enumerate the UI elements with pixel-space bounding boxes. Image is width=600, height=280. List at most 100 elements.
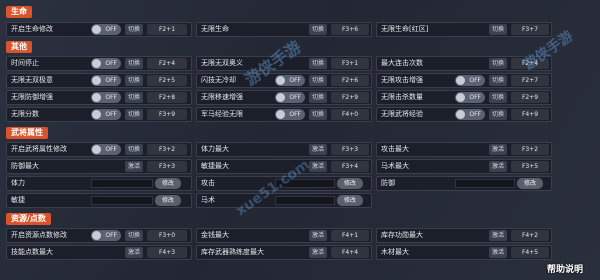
hotkey-field[interactable]: F2+8 — [147, 92, 187, 103]
switch-button[interactable]: 切换 — [125, 75, 144, 86]
value-input[interactable] — [91, 196, 153, 205]
activate-button[interactable]: 激活 — [309, 144, 328, 155]
toggle-switch[interactable]: OFF — [455, 109, 485, 120]
hotkey-field[interactable]: F4+5 — [511, 247, 549, 258]
hotkey-field[interactable]: F4+3 — [147, 247, 187, 258]
toggle-knob — [456, 110, 465, 119]
hotkey-field[interactable]: F4+9 — [511, 109, 549, 120]
switch-button[interactable]: 切换 — [125, 109, 144, 120]
hotkey-field[interactable]: F3+2 — [511, 144, 549, 155]
hotkey-field[interactable]: F2+6 — [331, 75, 369, 86]
row-other-6: 无限防御增强 OFF 切换 F2+8 — [6, 90, 192, 105]
row-label: 无限无双奥义 — [201, 59, 243, 67]
hotkey-field[interactable]: F3+9 — [147, 109, 187, 120]
toggle-switch[interactable]: OFF — [91, 58, 121, 69]
hotkey-field[interactable]: F3+5 — [511, 161, 549, 172]
hotkey-field[interactable]: F3+6 — [331, 24, 369, 35]
switch-button[interactable]: 切换 — [125, 24, 144, 35]
row-other-7: 无限移速增强 OFF 切换 F2+9 — [196, 90, 372, 105]
toggle-switch[interactable]: OFF — [275, 92, 305, 103]
hotkey-field[interactable]: F3+7 — [511, 24, 549, 35]
toggle-state: OFF — [469, 77, 481, 84]
hotkey-field[interactable]: F4+2 — [511, 230, 549, 241]
toggle-switch[interactable]: OFF — [91, 24, 121, 35]
hotkey-field[interactable]: F3+0 — [147, 230, 187, 241]
trainer-window: 生命 开启生命修改 OFF 切换 F2+1 无限生命 切换 F3+6 无限生命[… — [0, 0, 600, 280]
switch-button[interactable]: 切换 — [489, 109, 508, 120]
activate-button[interactable]: 激活 — [309, 247, 328, 258]
row-label: 军马经验无限 — [201, 110, 243, 118]
toggle-switch[interactable]: OFF — [91, 144, 121, 155]
switch-button[interactable]: 切换 — [489, 92, 508, 103]
switch-button[interactable]: 切换 — [125, 92, 144, 103]
toggle-knob — [92, 231, 101, 240]
switch-button[interactable]: 切换 — [489, 24, 508, 35]
switch-button[interactable]: 切换 — [489, 75, 508, 86]
row-other-5: 无限攻击增强 OFF 切换 F2+7 — [376, 73, 552, 88]
hotkey-field[interactable]: F3+3 — [147, 161, 187, 172]
switch-button[interactable]: 切换 — [309, 75, 328, 86]
activate-button[interactable]: 激活 — [309, 230, 328, 241]
hotkey-field[interactable]: F2+9 — [511, 92, 549, 103]
activate-button[interactable]: 激活 — [489, 230, 508, 241]
modify-button[interactable]: 修改 — [337, 178, 363, 189]
row-life-0: 开启生命修改 OFF 切换 F2+1 — [6, 22, 192, 37]
row-label: 敏捷 — [11, 196, 25, 204]
hotkey-field[interactable]: F3+3 — [331, 144, 369, 155]
toggle-knob — [92, 145, 101, 154]
switch-button[interactable]: 切换 — [489, 58, 508, 69]
hotkey-field[interactable]: F4+0 — [331, 109, 369, 120]
toggle-switch[interactable]: OFF — [455, 75, 485, 86]
switch-button[interactable]: 切换 — [309, 58, 328, 69]
hotkey-field[interactable]: F2+7 — [511, 75, 549, 86]
activate-button[interactable]: 激活 — [125, 247, 144, 258]
switch-button[interactable]: 切换 — [125, 230, 144, 241]
toggle-knob — [276, 76, 285, 85]
hotkey-field[interactable]: F3+1 — [331, 58, 369, 69]
row-general-1: 体力最大 激活 F3+3 — [196, 142, 372, 157]
row-general-0: 开启武将属性修改 OFF 切换 F3+2 — [6, 142, 192, 157]
activate-button[interactable]: 激活 — [489, 247, 508, 258]
hotkey-field[interactable]: F4+4 — [331, 247, 369, 258]
row-general-modify-0: 体力 修改 — [6, 176, 192, 191]
hotkey-field[interactable]: F2+4 — [147, 58, 187, 69]
hotkey-field[interactable]: F2+5 — [147, 75, 187, 86]
activate-button[interactable]: 激活 — [489, 161, 508, 172]
value-input[interactable] — [91, 179, 153, 188]
switch-button[interactable]: 切换 — [309, 92, 328, 103]
help-button[interactable]: 帮助说明 — [547, 262, 583, 275]
activate-button[interactable]: 激活 — [489, 144, 508, 155]
switch-button[interactable]: 切换 — [309, 109, 328, 120]
hotkey-field[interactable]: F2+9 — [331, 92, 369, 103]
hotkey-field[interactable]: F4+1 — [331, 230, 369, 241]
row-label: 无限武将经验 — [381, 110, 423, 118]
toggle-switch[interactable]: OFF — [275, 109, 305, 120]
value-input[interactable] — [455, 179, 515, 188]
toggle-state: OFF — [105, 146, 117, 153]
modify-button[interactable]: 修改 — [337, 195, 363, 206]
toggle-switch[interactable]: OFF — [91, 92, 121, 103]
toggle-switch[interactable]: OFF — [91, 75, 121, 86]
toggle-switch[interactable]: OFF — [91, 230, 121, 241]
hotkey-field[interactable]: F2+1 — [147, 24, 187, 35]
hotkey-field[interactable]: F3+4 — [331, 161, 369, 172]
toggle-state: OFF — [289, 94, 301, 101]
value-input[interactable] — [275, 196, 335, 205]
modify-button[interactable]: 修改 — [517, 178, 543, 189]
toggle-switch[interactable]: OFF — [275, 75, 305, 86]
switch-button[interactable]: 切换 — [309, 24, 328, 35]
hotkey-field[interactable]: F3+2 — [147, 144, 187, 155]
modify-button[interactable]: 修改 — [155, 178, 181, 189]
switch-button[interactable]: 切换 — [125, 58, 144, 69]
row-general-modify-3: 敏捷 修改 — [6, 193, 192, 208]
switch-button[interactable]: 切换 — [125, 144, 144, 155]
toggle-switch[interactable]: OFF — [91, 109, 121, 120]
row-label: 开启资源点数修改 — [11, 231, 67, 239]
row-life-1: 无限生命 切换 F3+6 — [196, 22, 372, 37]
toggle-switch[interactable]: OFF — [455, 92, 485, 103]
toggle-knob — [92, 93, 101, 102]
toggle-state: OFF — [105, 77, 117, 84]
toggle-state: OFF — [105, 60, 117, 67]
modify-button[interactable]: 修改 — [155, 195, 181, 206]
activate-button[interactable]: 激活 — [125, 161, 144, 172]
